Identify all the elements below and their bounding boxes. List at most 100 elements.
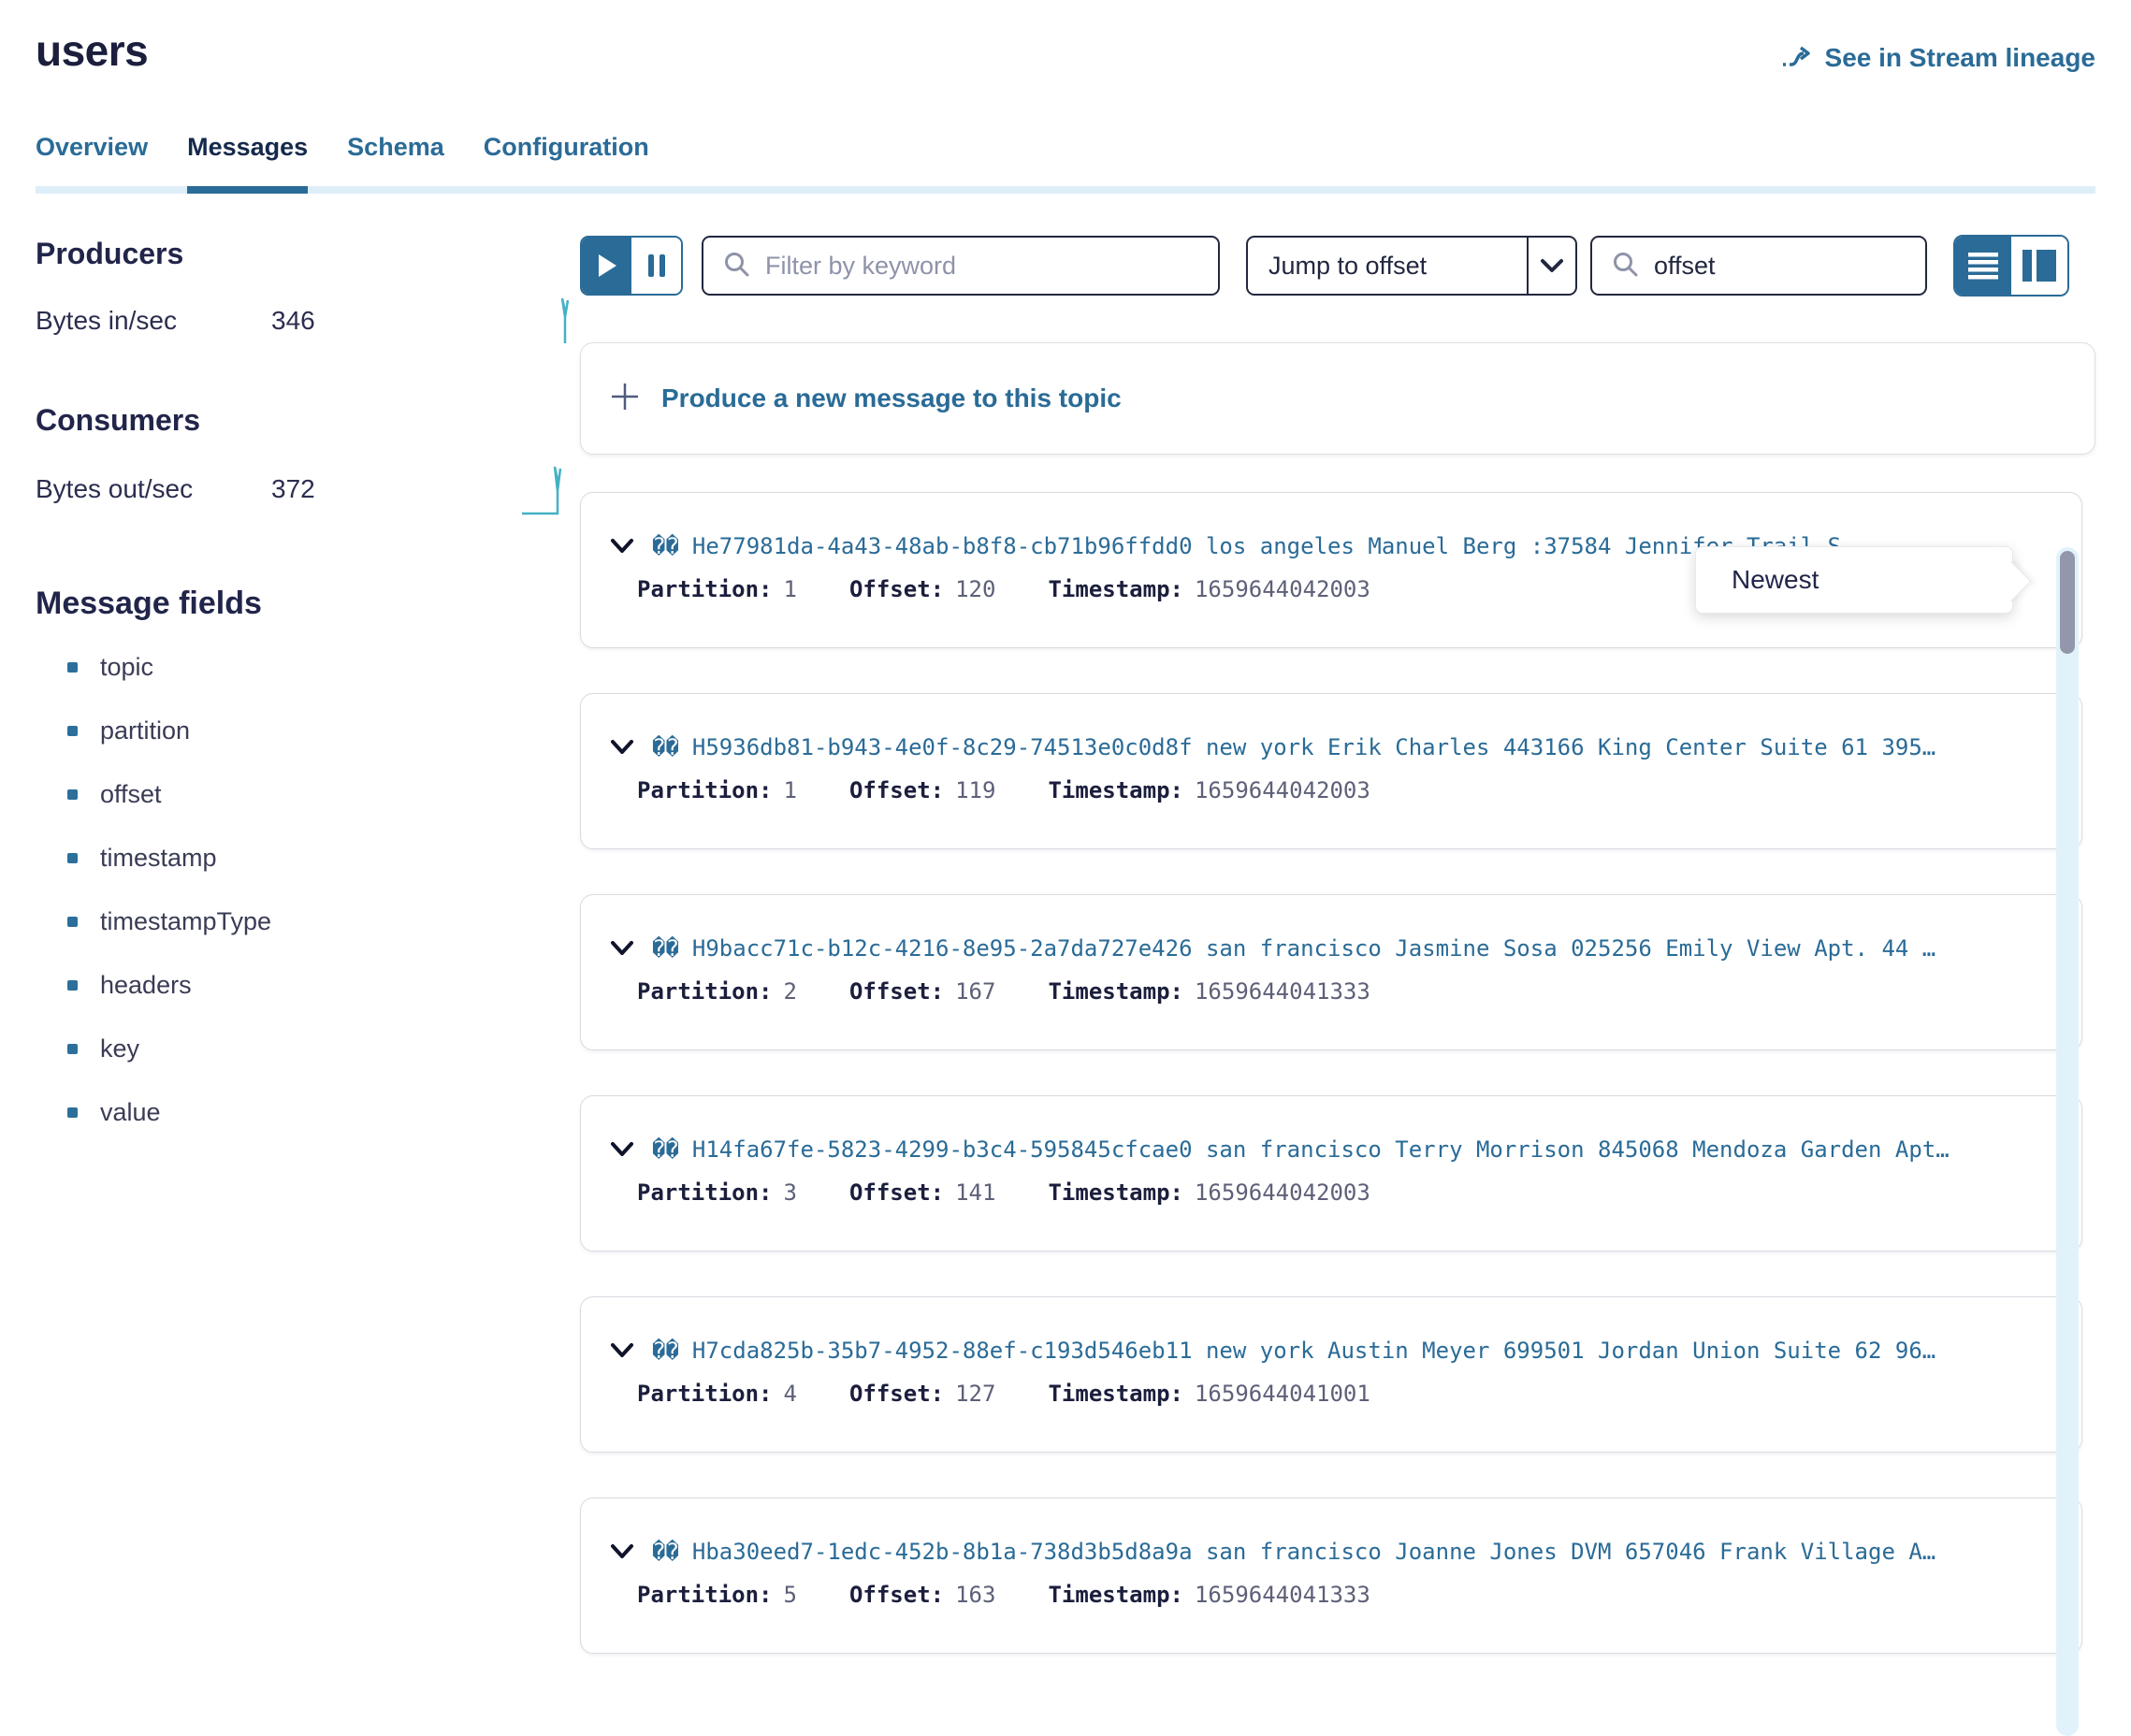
offset-value: 163 <box>955 1582 995 1608</box>
message-field-offset[interactable]: offset <box>36 775 580 813</box>
column-view-button[interactable] <box>2011 237 2067 295</box>
field-label: topic <box>100 653 153 682</box>
sidebar: Producers Bytes in/sec 346 Consumers Byt… <box>36 235 580 1699</box>
message-field-key[interactable]: key <box>36 1030 580 1067</box>
timestamp-value: 1659644042003 <box>1195 1179 1370 1206</box>
message-row[interactable]: �� H7cda825b-35b7-4952-88ef-c193d546eb11… <box>580 1296 2082 1453</box>
timestamp-value: 1659644041333 <box>1195 978 1370 1005</box>
chevron-down-icon[interactable] <box>609 537 635 556</box>
timestamp-label: Timestamp: <box>1048 576 1183 602</box>
scrollbar-track[interactable] <box>2056 547 2079 1736</box>
message-list: �� He77981da-4a43-48ab-b8f8-cb71b96ffdd0… <box>580 492 2082 1654</box>
bytes-out-sparkline <box>520 461 580 517</box>
field-bullet-icon <box>67 726 78 736</box>
stream-lineage-link[interactable]: See in Stream lineage <box>1780 43 2095 73</box>
view-toggle-group <box>1953 235 2069 297</box>
tab-schema[interactable]: Schema <box>347 133 444 186</box>
search-icon <box>1611 250 1639 282</box>
chevron-down-icon[interactable] <box>609 1341 635 1360</box>
bytes-in-value: 346 <box>271 303 552 339</box>
consumers-heading: Consumers <box>36 401 580 439</box>
page-header: users See in Stream lineage <box>36 0 2095 73</box>
message-field-topic[interactable]: topic <box>36 648 580 686</box>
timestamp-value: 1659644042003 <box>1195 576 1370 602</box>
message-key-line: �� H5936db81-b943-4e0f-8c29-74513e0c0d8f… <box>609 730 2053 765</box>
message-field-timestamp[interactable]: timestamp <box>36 839 580 876</box>
pause-button[interactable] <box>631 238 681 294</box>
play-pause-group <box>580 236 683 296</box>
bytes-out-value: 372 <box>271 471 520 507</box>
list-view-button[interactable] <box>1955 237 2011 295</box>
message-key-line: �� H14fa67fe-5823-4299-b3c4-595845cfcae0… <box>609 1132 2053 1167</box>
jump-to-offset-select[interactable]: Jump to offset <box>1246 236 1577 296</box>
partition-value: 4 <box>784 1381 797 1407</box>
offset-label: Offset: <box>849 1381 944 1407</box>
tab-configuration[interactable]: Configuration <box>484 133 649 186</box>
field-label: headers <box>100 971 192 1000</box>
message-row[interactable]: �� Hba30eed7-1edc-452b-8b1a-738d3b5d8a9a… <box>580 1497 2082 1654</box>
field-label: key <box>100 1034 139 1063</box>
partition-value: 3 <box>784 1179 797 1206</box>
offset-search-input[interactable] <box>1652 251 1906 282</box>
chevron-down-icon[interactable] <box>609 738 635 757</box>
offset-value: 120 <box>955 576 995 602</box>
newest-tooltip-label: Newest <box>1732 565 1819 595</box>
offset-value: 127 <box>955 1381 995 1407</box>
topic-messages-page: users See in Stream lineage Overview Mess… <box>0 0 2131 1736</box>
jump-to-offset-value: Jump to offset <box>1248 238 1527 294</box>
partition-label: Partition: <box>637 777 773 803</box>
message-meta: Partition: 4 Offset: 127 Timestamp: 1659… <box>637 1376 2053 1411</box>
chevron-down-icon[interactable] <box>609 939 635 958</box>
message-glyphs: �� <box>652 533 679 559</box>
offset-value: 119 <box>955 777 995 803</box>
partition-value: 1 <box>784 576 797 602</box>
message-glyphs: �� <box>652 1338 679 1364</box>
tab-overview[interactable]: Overview <box>36 133 148 186</box>
message-key: H9bacc71c-b12c-4216-8e95-2a7da727e426 sa… <box>692 935 1935 962</box>
message-row[interactable]: �� H9bacc71c-b12c-4216-8e95-2a7da727e426… <box>580 894 2082 1050</box>
message-glyphs: �� <box>652 935 679 962</box>
bytes-out-label: Bytes out/sec <box>36 471 271 507</box>
message-row[interactable]: �� H5936db81-b943-4e0f-8c29-74513e0c0d8f… <box>580 693 2082 849</box>
filter-input-wrapper <box>702 236 1220 296</box>
timestamp-value: 1659644042003 <box>1195 777 1370 803</box>
message-meta: Partition: 5 Offset: 163 Timestamp: 1659… <box>637 1577 2053 1613</box>
play-button[interactable] <box>582 238 631 294</box>
field-label: partition <box>100 716 190 745</box>
partition-label: Partition: <box>637 576 773 602</box>
message-row[interactable]: �� H14fa67fe-5823-4299-b3c4-595845cfcae0… <box>580 1095 2082 1251</box>
field-bullet-icon <box>67 1044 78 1054</box>
offset-label: Offset: <box>849 978 944 1005</box>
message-field-headers[interactable]: headers <box>36 966 580 1004</box>
bytes-in-label: Bytes in/sec <box>36 303 271 339</box>
chevron-down-icon <box>1527 238 1575 294</box>
bytes-in-metric: Bytes in/sec 346 <box>36 295 580 347</box>
offset-search-wrapper <box>1590 236 1927 296</box>
message-field-timestamptype[interactable]: timestampType <box>36 903 580 940</box>
filter-input[interactable] <box>763 251 1199 282</box>
message-fields-list: topic partition offset timestamp timesta… <box>36 648 580 1131</box>
plus-icon <box>609 381 641 417</box>
field-bullet-icon <box>67 980 78 991</box>
message-key: H14fa67fe-5823-4299-b3c4-595845cfcae0 sa… <box>692 1136 1950 1163</box>
message-glyphs: �� <box>652 734 679 760</box>
tabs: Overview Messages Schema Configuration <box>36 133 2095 194</box>
list-view-icon <box>1968 252 1998 280</box>
message-field-partition[interactable]: partition <box>36 712 580 749</box>
message-field-value[interactable]: value <box>36 1093 580 1131</box>
tab-messages[interactable]: Messages <box>187 133 308 194</box>
produce-message-button[interactable]: Produce a new message to this topic <box>580 342 2095 455</box>
message-key-line: �� H7cda825b-35b7-4952-88ef-c193d546eb11… <box>609 1333 2053 1368</box>
bytes-in-sparkline <box>552 295 580 347</box>
scrollbar-thumb[interactable] <box>2060 551 2075 654</box>
chevron-down-icon[interactable] <box>609 1542 635 1561</box>
chevron-down-icon[interactable] <box>609 1140 635 1159</box>
message-key: Hba30eed7-1edc-452b-8b1a-738d3b5d8a9a sa… <box>692 1539 1935 1565</box>
newest-tooltip: Newest <box>1695 546 2013 614</box>
producers-heading: Producers <box>36 235 580 272</box>
message-glyphs: �� <box>652 1136 679 1163</box>
message-meta: Partition: 3 Offset: 141 Timestamp: 1659… <box>637 1175 2053 1210</box>
bytes-out-metric: Bytes out/sec 372 <box>36 461 580 517</box>
page-title: users <box>36 28 148 73</box>
message-key: He77981da-4a43-48ab-b8f8-cb71b96ffdd0 lo… <box>692 533 1841 559</box>
